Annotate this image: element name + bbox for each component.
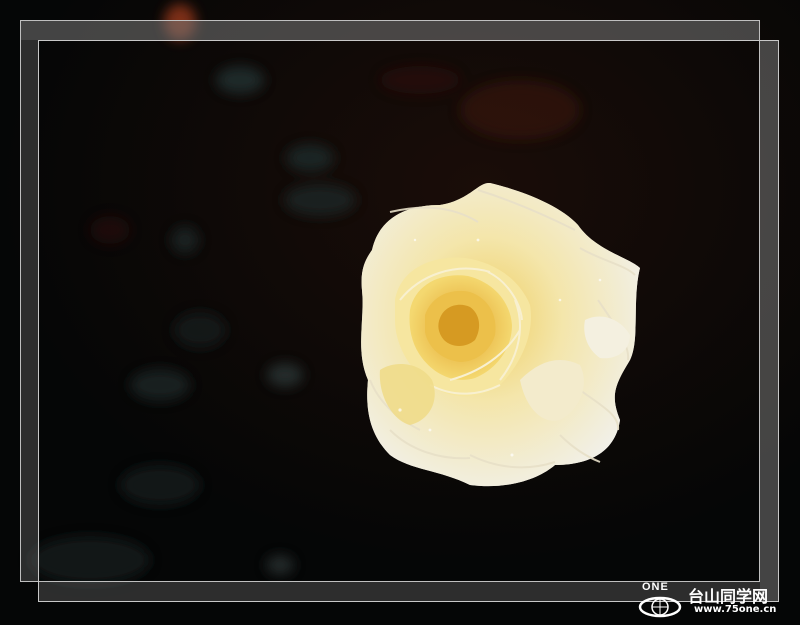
watermark-url: www.75one.cn <box>694 604 777 615</box>
watermark-logo-text: ONE <box>642 581 669 593</box>
frame-inner-border <box>38 40 779 602</box>
site-watermark: ONE 台山同学网 www.75one.cn <box>636 581 792 619</box>
